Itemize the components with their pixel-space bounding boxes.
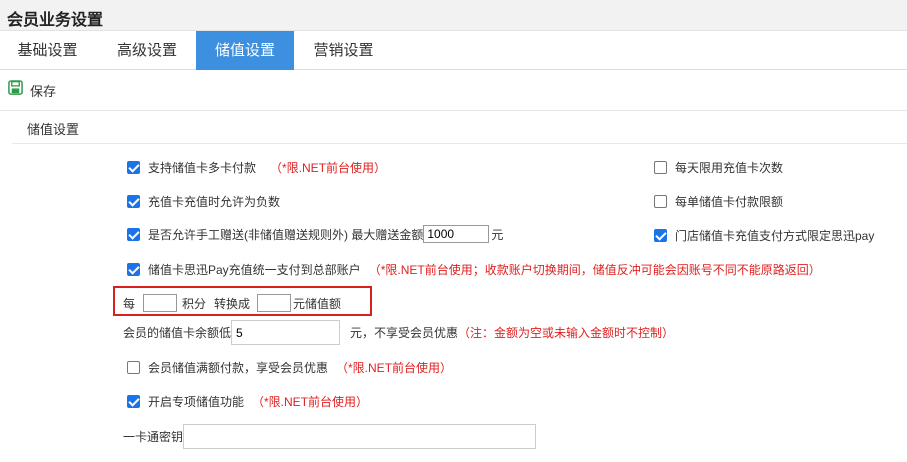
points-unit: 积分: [182, 296, 207, 311]
points-input[interactable]: [143, 294, 178, 312]
full-pay-discount-note: （*限.NET前台使用）: [336, 361, 453, 375]
stored-amount-input[interactable]: [257, 294, 292, 312]
floppy-disk-icon: [8, 80, 23, 100]
section-title: 储值设置: [27, 122, 80, 137]
tab-marketing-settings[interactable]: 营销设置: [296, 31, 391, 70]
allow-negative-label: 充值卡充值时允许为负数: [148, 195, 281, 209]
points-conversion-row: 每 积分 转换成 元储值额: [123, 294, 341, 312]
option-allow-negative: 充值卡充值时允许为负数: [127, 193, 280, 210]
siyun-pay-checkbox[interactable]: [127, 263, 140, 276]
manual-gift-label: 是否允许手工赠送(非储值赠送规则外) 最大赠送金额: [148, 227, 424, 242]
save-button[interactable]: 保存: [8, 80, 56, 100]
save-label: 保存: [30, 83, 57, 99]
special-stored-value-note: （*限.NET前台使用）: [252, 395, 369, 409]
title-bar: 会员业务设置: [0, 0, 907, 31]
special-stored-value-label: 开启专项储值功能: [148, 395, 245, 409]
multi-card-pay-note: （*限.NET前台使用）: [270, 161, 387, 175]
option-daily-limit: 每天限用充值卡次数: [654, 159, 783, 176]
tab-bar: 基础设置 高级设置 储值设置 营销设置: [0, 31, 907, 70]
tab-stored-value-settings[interactable]: 储值设置: [196, 31, 294, 70]
option-multi-card-pay: 支持储值卡多卡付款 （*限.NET前台使用）: [127, 159, 386, 176]
toolbar: 保存: [0, 70, 907, 111]
window-title: 会员业务设置: [7, 12, 104, 29]
stored-amount-suffix: 元储值额: [293, 296, 342, 311]
one-card-key-label: 一卡通密钥: [123, 430, 184, 444]
multi-card-pay-checkbox[interactable]: [127, 161, 140, 174]
balance-threshold-row: 会员的储值卡余额低 元，不享受会员优惠 （注：金额为空或未输入金额时不控制）: [123, 320, 674, 345]
option-siyun-pay: 储值卡思迅Pay充值统一支付到总部账户 （*限.NET前台使用；收款账户切换期间…: [127, 261, 821, 278]
siyun-pay-note: （*限.NET前台使用；收款账户切换期间，储值反冲可能会因账号不同不能原路返回）: [368, 263, 821, 277]
single-limit-label: 每单储值卡付款限额: [675, 195, 784, 209]
balance-threshold-note: （注：金额为空或未输入金额时不控制）: [458, 326, 675, 340]
tab-advanced-settings[interactable]: 高级设置: [100, 31, 194, 70]
store-pay-limit-checkbox[interactable]: [654, 229, 667, 242]
allow-negative-checkbox[interactable]: [127, 195, 140, 208]
option-full-pay-discount: 会员储值满额付款，享受会员优惠 （*限.NET前台使用）: [127, 359, 452, 376]
full-pay-discount-label: 会员储值满额付款，享受会员优惠: [148, 361, 329, 375]
siyun-pay-label: 储值卡思迅Pay充值统一支付到总部账户: [148, 263, 361, 277]
option-special-stored-value: 开启专项储值功能 （*限.NET前台使用）: [127, 393, 368, 410]
full-pay-discount-checkbox[interactable]: [127, 361, 140, 374]
balance-threshold-label: 会员的储值卡余额低: [123, 326, 232, 340]
manual-gift-checkbox[interactable]: [127, 227, 140, 241]
option-store-pay-limit: 门店储值卡充值支付方式限定思迅pay: [654, 227, 874, 244]
store-pay-limit-label: 门店储值卡充值支付方式限定思迅pay: [675, 229, 875, 243]
tab-basic-settings[interactable]: 基础设置: [0, 31, 95, 70]
convert-label: 转换成: [214, 296, 251, 311]
points-prefix: 每: [123, 296, 136, 311]
section-divider: [12, 143, 907, 144]
option-single-limit: 每单储值卡付款限额: [654, 193, 783, 210]
daily-limit-label: 每天限用充值卡次数: [675, 161, 784, 175]
one-card-key-row: 一卡通密钥: [123, 424, 537, 449]
special-stored-value-checkbox[interactable]: [127, 395, 140, 408]
balance-threshold-suffix: 元，不享受会员优惠: [350, 326, 459, 340]
one-card-key-input[interactable]: [183, 424, 537, 449]
single-limit-checkbox[interactable]: [654, 195, 667, 208]
daily-limit-checkbox[interactable]: [654, 161, 667, 174]
max-gift-amount-unit: 元: [491, 227, 504, 242]
option-manual-gift: 是否允许手工赠送(非储值赠送规则外) 最大赠送金额 元: [127, 225, 503, 243]
multi-card-pay-label: 支持储值卡多卡付款: [148, 161, 257, 175]
balance-threshold-input[interactable]: [231, 320, 341, 345]
max-gift-amount-input[interactable]: [423, 225, 490, 243]
